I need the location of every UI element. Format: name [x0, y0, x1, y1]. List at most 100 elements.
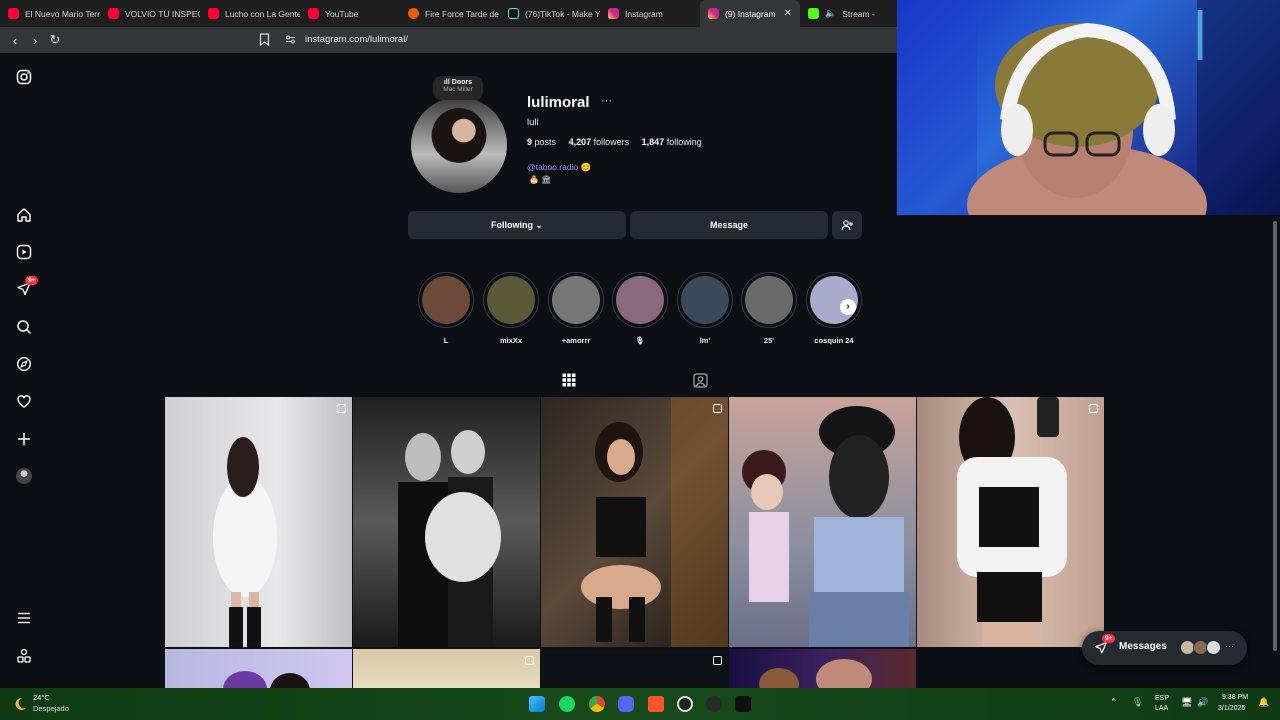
- following-button[interactable]: Following ⌄: [408, 211, 626, 239]
- create-icon[interactable]: [14, 429, 34, 449]
- tab-7[interactable]: Instagram: [600, 0, 700, 27]
- suggested-users-button[interactable]: [832, 211, 862, 239]
- brave-icon[interactable]: [648, 696, 664, 712]
- note-artist: Mac Miller: [443, 86, 473, 93]
- tagged-icon[interactable]: [693, 373, 708, 388]
- tab-2[interactable]: VOLVIO TU INSPECT: [100, 0, 200, 27]
- post-thumbnail[interactable]: [353, 397, 540, 647]
- browser-tab-bar: El Nuevo Mario Terr VOLVIO TU INSPECT Lu…: [0, 0, 900, 27]
- profile-note[interactable]: ıll Doors Mac Miller: [433, 76, 483, 100]
- scrollbar[interactable]: [1270, 213, 1280, 690]
- post-thumbnail[interactable]: [541, 397, 728, 647]
- network-icon[interactable]: 🖥: [1181, 697, 1192, 708]
- close-tab-icon[interactable]: ✕: [784, 8, 792, 19]
- post-thumbnail[interactable]: [729, 649, 916, 690]
- spotify-icon[interactable]: [559, 696, 575, 712]
- bio-mention-link[interactable]: @taboo.radio 😊: [527, 162, 591, 173]
- highlight-item[interactable]: +amorrr: [548, 272, 604, 345]
- windows-start-icon[interactable]: [529, 696, 545, 712]
- post-thumbnail[interactable]: [353, 649, 540, 690]
- message-button[interactable]: Message: [630, 211, 828, 239]
- carousel-icon: [713, 656, 722, 665]
- app-icon[interactable]: [706, 696, 722, 712]
- explore-icon[interactable]: [14, 354, 34, 374]
- following-stat[interactable]: 1,847 following: [642, 137, 702, 147]
- bio-emoji: 🎂 🏛: [529, 175, 552, 184]
- youtube-icon: [208, 8, 219, 19]
- moon-weather-icon: [15, 697, 26, 710]
- youtube-icon: [8, 8, 19, 19]
- chrome-icon[interactable]: [589, 696, 605, 712]
- search-icon[interactable]: [14, 317, 34, 337]
- site-info-icon[interactable]: [285, 34, 296, 45]
- tab-8-active[interactable]: (9) Instagram ✕: [700, 0, 800, 27]
- obs-icon[interactable]: [677, 696, 693, 712]
- input-language[interactable]: ESP: [1155, 695, 1169, 702]
- webcam-image: [897, 0, 1280, 215]
- grid-icon[interactable]: [562, 373, 576, 387]
- tab-6[interactable]: (76)TikTok - Make Y: [500, 0, 600, 27]
- highlight-item[interactable]: lm': [677, 272, 733, 345]
- tab-5[interactable]: Fire Force Tarde de: [400, 0, 500, 27]
- post-image: [957, 397, 1067, 647]
- profile-avatar[interactable]: [411, 97, 507, 193]
- post-thumbnail[interactable]: [729, 397, 916, 647]
- chevron-right-icon[interactable]: ›: [840, 299, 856, 315]
- highlight-cover: [745, 276, 793, 324]
- tab-1[interactable]: El Nuevo Mario Terr: [0, 0, 100, 27]
- clock-date[interactable]: 3/1/2026: [1218, 705, 1245, 712]
- keyboard-layout[interactable]: LAA: [1155, 705, 1168, 712]
- highlight-item[interactable]: 25': [741, 272, 797, 345]
- instagram-icon: [608, 8, 619, 19]
- weather-condition[interactable]: Despejado: [33, 704, 69, 713]
- highlight-cover: [422, 276, 470, 324]
- paw-app-icon[interactable]: [735, 696, 751, 712]
- bookmark-icon[interactable]: [259, 33, 270, 46]
- highlight-item[interactable]: 🎙: [612, 272, 668, 345]
- post-thumbnail[interactable]: [165, 397, 352, 647]
- fire-icon: [408, 8, 419, 19]
- chevron-up-icon[interactable]: ⌃: [1110, 697, 1118, 708]
- url-field[interactable]: instagram.com/lulimoral/: [305, 34, 408, 45]
- also-from-meta-icon[interactable]: [14, 646, 34, 666]
- discord-icon[interactable]: [618, 696, 634, 712]
- profile-avatar-icon[interactable]: [14, 466, 34, 486]
- tab-3[interactable]: Lucho con La Gente: [200, 0, 300, 27]
- avatar: [1206, 640, 1221, 655]
- post-thumbnail[interactable]: [541, 649, 728, 690]
- youtube-icon: [108, 8, 119, 19]
- notifications-icon[interactable]: 🔔: [1258, 697, 1269, 708]
- microphone-icon[interactable]: 🎙: [1132, 697, 1143, 708]
- forward-icon[interactable]: ›: [25, 33, 45, 48]
- reels-icon[interactable]: [14, 242, 34, 262]
- tab-4[interactable]: YouTube: [300, 0, 400, 27]
- scroll-thumb[interactable]: [1273, 221, 1277, 651]
- back-icon[interactable]: ‹: [5, 33, 25, 48]
- kick-icon: [808, 8, 819, 19]
- direct-icon[interactable]: 9+: [14, 276, 39, 299]
- smile-emoji-icon: 😊: [580, 162, 592, 172]
- clock-time[interactable]: 9:38 PM: [1222, 694, 1248, 701]
- add-person-icon: [841, 220, 853, 231]
- menu-icon[interactable]: [14, 608, 34, 628]
- highlight-item[interactable]: mixXx: [483, 272, 539, 345]
- post-thumbnail[interactable]: [165, 649, 352, 690]
- post-image: [759, 659, 872, 690]
- post-image: [742, 406, 909, 647]
- post-thumbnail[interactable]: [917, 397, 1104, 647]
- carousel-icon: [713, 404, 722, 413]
- weather-temperature[interactable]: 24°C: [33, 693, 50, 702]
- tab-9[interactable]: 🔈 Stream -: [800, 0, 900, 27]
- volume-icon[interactable]: 🔊: [1197, 697, 1208, 708]
- highlight-item[interactable]: L: [418, 272, 474, 345]
- followers-stat[interactable]: 4,207 followers: [569, 137, 630, 147]
- home-icon[interactable]: [14, 205, 34, 225]
- heart-icon[interactable]: [14, 391, 34, 411]
- instagram-logo-icon[interactable]: [14, 67, 34, 87]
- direct-icon: [1095, 642, 1107, 654]
- reload-icon[interactable]: ↻: [45, 32, 65, 48]
- options-icon[interactable]: ···: [601, 95, 612, 107]
- messages-button[interactable]: 9+ Messages ···: [1082, 631, 1247, 665]
- notification-badge: 9+: [25, 276, 39, 285]
- post-image: [223, 671, 310, 690]
